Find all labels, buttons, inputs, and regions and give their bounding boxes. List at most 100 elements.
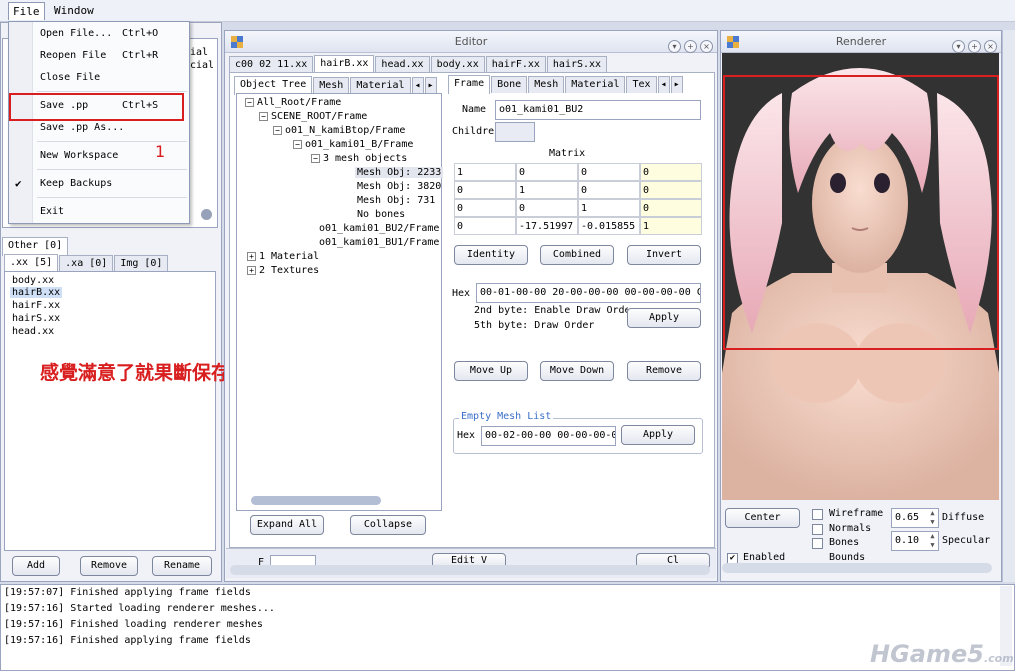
tree-node[interactable]: +2 Textures	[247, 265, 319, 276]
hex2-field[interactable]: 00-02-00-00 00-00-00-0	[481, 426, 616, 446]
tab-file[interactable]: head.xx	[375, 56, 430, 73]
expand-all-button[interactable]: Expand All	[250, 515, 324, 535]
close-icon[interactable]: ×	[700, 40, 713, 53]
combined-button[interactable]: Combined	[540, 245, 614, 265]
menu-item-exit[interactable]: Exit	[9, 202, 189, 222]
normals-checkbox[interactable]	[812, 524, 823, 535]
tab-material-r[interactable]: Material	[565, 76, 626, 93]
matrix-cell[interactable]: 1	[454, 163, 516, 181]
matrix-cell[interactable]: 0	[578, 163, 640, 181]
collapse-icon[interactable]: −	[245, 97, 254, 107]
wireframe-checkbox[interactable]	[812, 509, 823, 520]
invert-button[interactable]: Invert	[627, 245, 701, 265]
tree-node[interactable]: o01_kami01_BU1/Frame	[319, 237, 439, 248]
tab-scroll-left-icon[interactable]: ◂	[657, 76, 670, 93]
dropdown-icon[interactable]: ▾	[952, 40, 965, 53]
scroll-knob[interactable]	[201, 209, 212, 220]
tree-node[interactable]: −3 mesh objects	[311, 153, 407, 164]
tree-node[interactable]: − o01_N_kamiBtop/Frame	[273, 125, 405, 136]
renderer-hscrollbar[interactable]	[722, 563, 992, 573]
matrix-cell[interactable]: 0	[454, 199, 516, 217]
tab-scroll-left-icon[interactable]: ◂	[411, 77, 424, 94]
expand-icon[interactable]: +	[247, 265, 256, 275]
apply2-button[interactable]: Apply	[621, 425, 695, 445]
tree-node[interactable]: No bones	[357, 209, 405, 220]
menu-item-save-pp-as[interactable]: Save .pp As...	[9, 118, 189, 138]
tree-node[interactable]: − o01_kami01_B/Frame	[293, 139, 413, 150]
tab-file[interactable]: hairF.xx	[485, 56, 546, 73]
children-field[interactable]	[495, 122, 535, 142]
dropdown-icon[interactable]: ▾	[668, 40, 681, 53]
matrix-cell[interactable]: 0	[640, 181, 702, 199]
file-item-selected[interactable]: hairB.xx	[10, 287, 63, 298]
tree-hscrollbar[interactable]	[251, 496, 381, 505]
menu-file[interactable]: File	[8, 2, 45, 20]
collapse-icon[interactable]: −	[273, 125, 282, 135]
tab-scroll-right-icon[interactable]: ▸	[670, 76, 683, 93]
remove-frame-button[interactable]: Remove	[627, 361, 701, 381]
pin-icon[interactable]: +	[968, 40, 981, 53]
hex-field[interactable]: 00-01-00-00 20-00-00-00 00-00-00-00 C	[476, 283, 701, 303]
editor-hscrollbar[interactable]	[230, 565, 710, 575]
tree-node[interactable]: o01_kami01_BU2/Frame	[319, 223, 439, 234]
tree-node[interactable]: − SCENE_ROOT/Frame	[259, 111, 367, 122]
file-item[interactable]: head.xx	[12, 326, 54, 337]
rename-button[interactable]: Rename	[152, 556, 212, 576]
tab-img[interactable]: Img [0]	[114, 255, 169, 272]
add-button[interactable]: Add	[12, 556, 60, 576]
matrix-cell[interactable]: 0	[516, 163, 578, 181]
matrix-cell[interactable]: 0	[640, 163, 702, 181]
tab-mesh[interactable]: Mesh	[313, 77, 350, 94]
pin-icon[interactable]: +	[684, 40, 697, 53]
collapse-icon[interactable]: −	[259, 111, 268, 121]
matrix-cell[interactable]: -17.51997	[516, 217, 578, 235]
file-item[interactable]: hairF.xx	[12, 300, 60, 311]
matrix-cell[interactable]: -0.015855	[578, 217, 640, 235]
matrix-cell[interactable]: 0	[640, 199, 702, 217]
menu-item-close-file[interactable]: Close File	[9, 68, 189, 88]
matrix-cell[interactable]: 0	[454, 217, 516, 235]
name-field[interactable]: o01_kami01_BU2	[495, 100, 701, 120]
specular-spinner-icon[interactable]: ▲ ▼	[927, 532, 938, 550]
tab-xa[interactable]: .xa [0]	[59, 255, 114, 272]
tab-bone[interactable]: Bone	[491, 76, 528, 93]
tab-frame[interactable]: Frame	[448, 75, 491, 94]
matrix-cell[interactable]: 1	[640, 217, 702, 235]
tab-file[interactable]: hairS.xx	[546, 56, 608, 73]
file-item[interactable]: body.xx	[12, 275, 54, 286]
identity-button[interactable]: Identity	[454, 245, 528, 265]
tree-node[interactable]: − All_Root/Frame	[245, 97, 341, 108]
tab-scroll-right-icon[interactable]: ▸	[424, 77, 437, 94]
matrix-cell[interactable]: 1	[516, 181, 578, 199]
remove-button[interactable]: Remove	[80, 556, 138, 576]
collapse-icon[interactable]: −	[293, 139, 302, 149]
tree-node[interactable]: +1 Material	[247, 251, 319, 262]
menu-item-open-file[interactable]: Open File... Ctrl+O	[9, 24, 189, 44]
collapse-button[interactable]: Collapse	[350, 515, 426, 535]
matrix-cell[interactable]: 0	[516, 199, 578, 217]
menu-item-keep-backups[interactable]: ✔ Keep Backups	[9, 174, 189, 194]
matrix-cell[interactable]: 0	[578, 181, 640, 199]
apply-button[interactable]: Apply	[627, 308, 701, 328]
expand-icon[interactable]: +	[247, 251, 256, 261]
tree-node-selected[interactable]: Mesh Obj: 2233	[355, 167, 444, 178]
menu-item-reopen-file[interactable]: Reopen File Ctrl+R	[9, 46, 189, 66]
tab-file[interactable]: body.xx	[430, 56, 485, 73]
collapse-icon[interactable]: −	[311, 153, 320, 163]
move-down-button[interactable]: Move Down	[540, 361, 614, 381]
bones-checkbox[interactable]	[812, 538, 823, 549]
matrix-cell[interactable]: 1	[578, 199, 640, 217]
tab-tex[interactable]: Tex	[626, 76, 657, 93]
close-icon[interactable]: ×	[984, 40, 997, 53]
move-up-button[interactable]: Move Up	[454, 361, 528, 381]
tree-node[interactable]: Mesh Obj: 3820	[357, 181, 441, 192]
file-item[interactable]: hairS.xx	[12, 313, 60, 324]
tree-node[interactable]: Mesh Obj: 731	[357, 195, 435, 206]
matrix-cell[interactable]: 0	[454, 181, 516, 199]
diffuse-spinner-icon[interactable]: ▲ ▼	[927, 509, 938, 527]
tab-file[interactable]: c00 02 11.xx	[229, 56, 314, 73]
center-button[interactable]: Center	[725, 508, 800, 528]
tab-material[interactable]: Material	[350, 77, 411, 94]
tab-mesh-r[interactable]: Mesh	[528, 76, 565, 93]
menu-window[interactable]: Window	[50, 2, 98, 20]
